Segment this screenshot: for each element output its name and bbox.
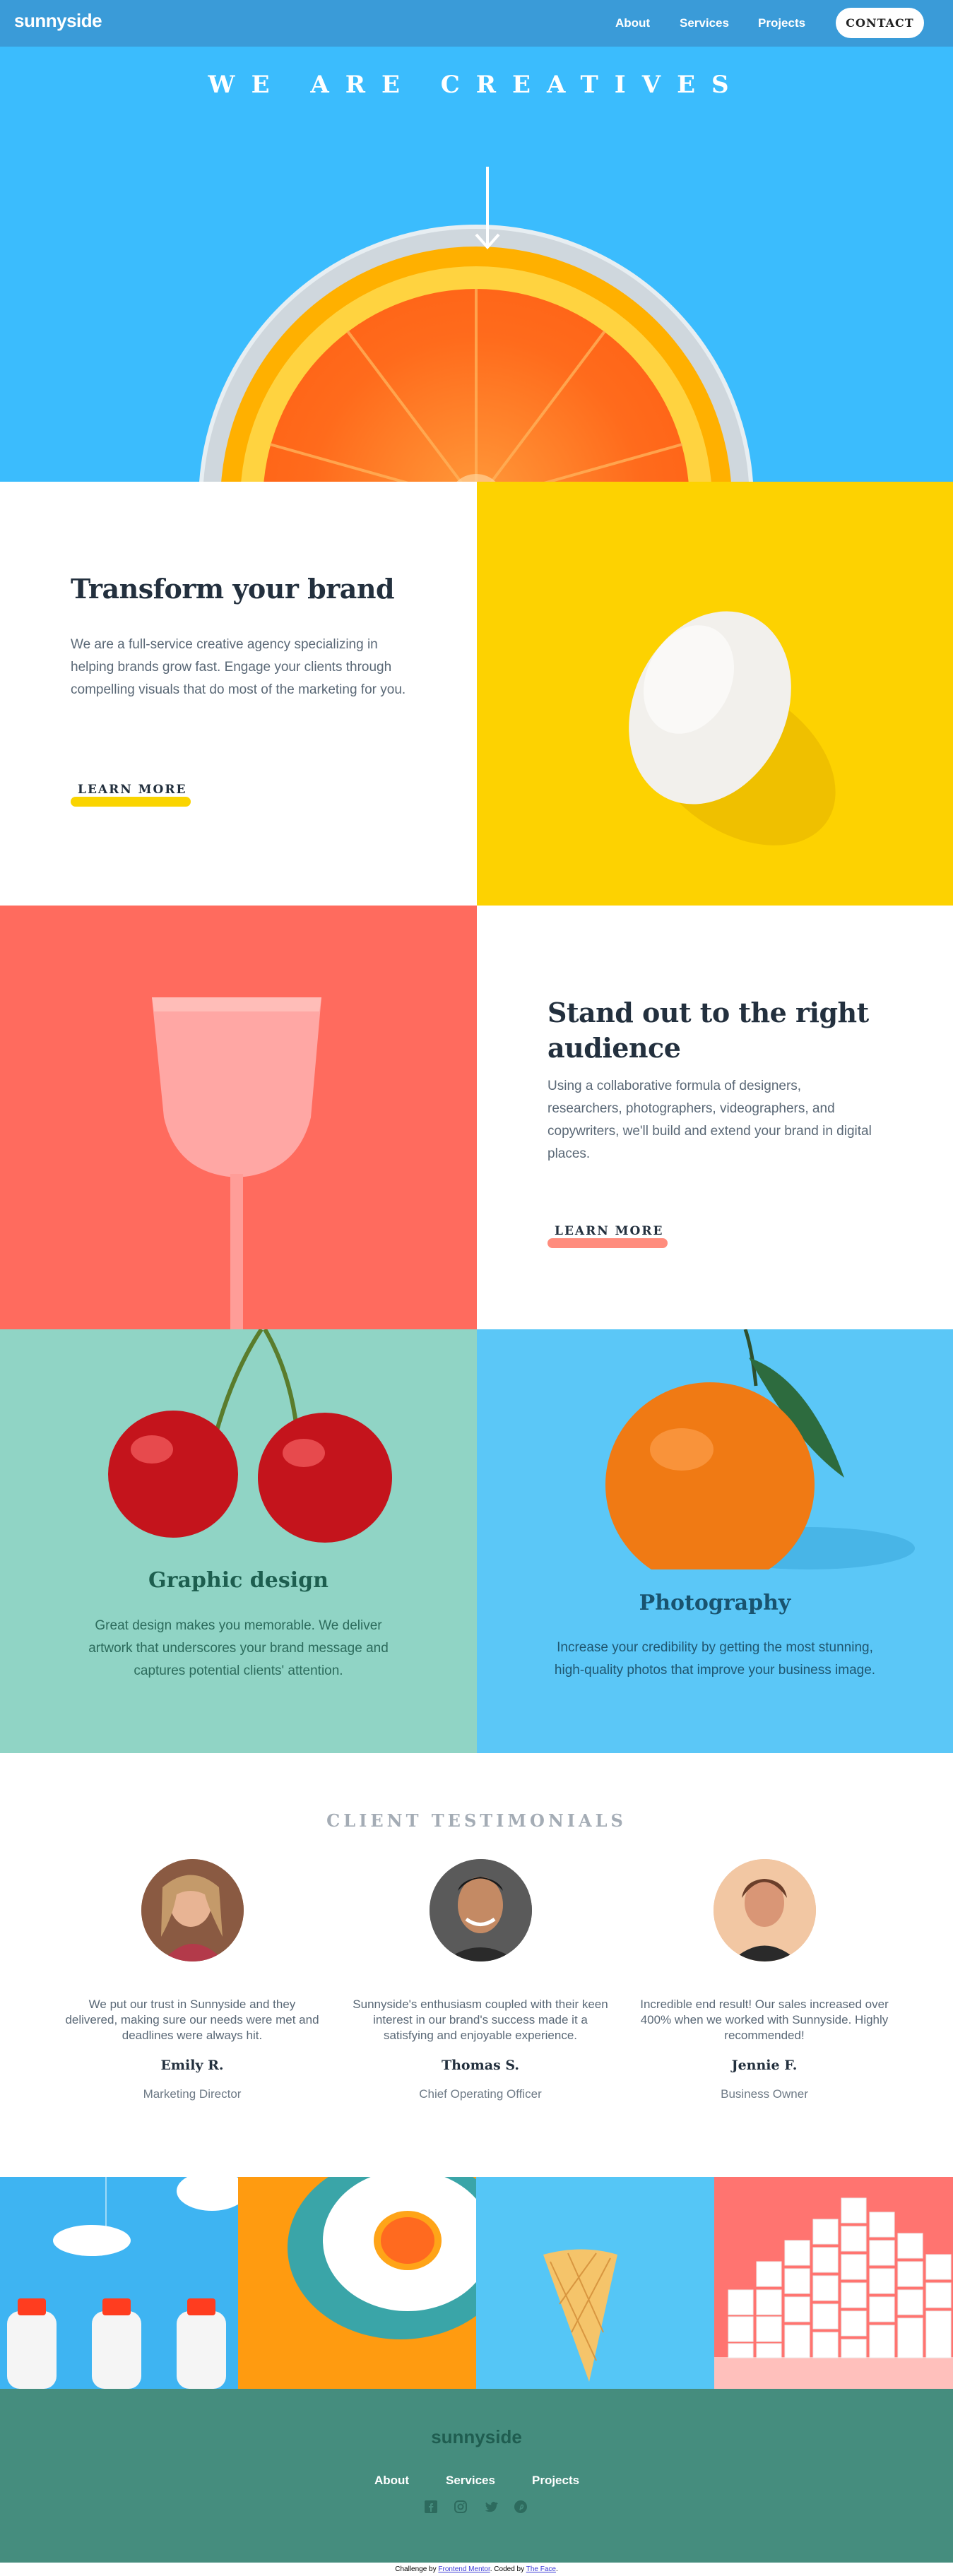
testimonial-quote: Sunnyside's enthusiasm coupled with thei…	[353, 1998, 608, 2042]
footer-logo[interactable]: sunnyside	[0, 2426, 953, 2448]
footer-link-services[interactable]: Services	[446, 2474, 495, 2488]
testimonial-quote: We put our trust in Sunnyside and they d…	[65, 1998, 319, 2042]
nav-link-services[interactable]: Services	[680, 16, 729, 30]
standout-section: Stand out to the right audience Using a …	[477, 906, 953, 1329]
photography-card: Photography Increase your credibility by…	[477, 1329, 953, 1753]
standout-title: Stand out to the right audience	[547, 997, 869, 1064]
transform-section: Transform your brand We are a full-servi…	[0, 482, 477, 906]
attribution-end: .	[555, 2565, 558, 2573]
top-nav: sunnyside About Services Projects CONTAC…	[0, 0, 953, 47]
attribution-prefix: Challenge by	[395, 2565, 437, 2573]
transform-title: Transform your brand	[71, 573, 395, 605]
standout-text: Using a collaborative formula of designe…	[547, 1079, 872, 1161]
testimonial-quote: Incredible end result! Our sales increas…	[640, 1998, 889, 2042]
transform-text: We are a full-service creative agency sp…	[71, 637, 406, 697]
learn-more-highlight	[71, 797, 191, 807]
testimonials-section: CLIENT TESTIMONIALS We put our trust in …	[0, 1753, 953, 2177]
photography-text: Increase your credibility by getting the…	[554, 1640, 876, 1678]
attribution-mid: . Coded by	[490, 2565, 525, 2573]
contact-button[interactable]: CONTACT	[836, 8, 924, 38]
twitter-icon[interactable]	[483, 2500, 499, 2515]
footer-link-projects[interactable]: Projects	[532, 2474, 579, 2488]
learn-more-highlight	[547, 1238, 668, 1248]
coder-link[interactable]: The Face	[526, 2565, 556, 2573]
gallery-sugar-cubes-image	[714, 2177, 953, 2389]
nav-link-about[interactable]: About	[615, 16, 650, 30]
testimonial-role: Chief Operating Officer	[419, 2087, 542, 2101]
testimonial-role: Marketing Director	[143, 2087, 242, 2101]
pinterest-icon[interactable]	[513, 2500, 528, 2515]
footer-link-about[interactable]: About	[374, 2474, 409, 2488]
testimonial-name: Emily R.	[160, 2058, 224, 2073]
avatar	[713, 1859, 816, 1961]
logo[interactable]: sunnyside	[14, 10, 102, 32]
testimonial-name: Jennie F.	[731, 2058, 798, 2073]
glass-image	[0, 906, 477, 1329]
graphic-design-card: Graphic design Great design makes you me…	[0, 1329, 477, 1753]
arrow-down-icon[interactable]	[475, 167, 500, 251]
facebook-icon[interactable]	[423, 2500, 439, 2515]
testimonials-heading: CLIENT TESTIMONIALS	[326, 1810, 627, 1831]
testimonial-card: Sunnyside's enthusiasm coupled with thei…	[343, 1859, 618, 2101]
hero-title: WE ARE CREATIVES	[208, 71, 745, 99]
gallery-orange-plate-image	[238, 2177, 476, 2389]
hero-orange-image	[263, 289, 689, 482]
standout-learn-more[interactable]: LEARN MORE	[547, 1224, 670, 1238]
instagram-icon[interactable]	[453, 2500, 468, 2515]
testimonial-card: We put our trust in Sunnyside and they d…	[54, 1859, 330, 2101]
testimonial-name: Thomas S.	[441, 2058, 519, 2073]
graphic-design-text: Great design makes you memorable. We del…	[88, 1618, 389, 1678]
testimonial-card: Incredible end result! Our sales increas…	[627, 1859, 902, 2101]
graphic-design-title: Graphic design	[148, 1568, 328, 1593]
transform-learn-more[interactable]: LEARN MORE	[71, 783, 194, 797]
testimonial-role: Business Owner	[721, 2087, 808, 2101]
avatar	[141, 1859, 244, 1961]
nav-link-projects[interactable]: Projects	[758, 16, 805, 30]
avatar	[429, 1859, 532, 1961]
egg-image	[477, 482, 953, 906]
footer: sunnyside About Services Projects	[0, 2389, 953, 2563]
frontend-mentor-link[interactable]: Frontend Mentor	[438, 2565, 490, 2573]
attribution: Challenge by Frontend Mentor. Coded by T…	[0, 2565, 953, 2573]
gallery-ice-cream-cone-image	[476, 2177, 714, 2389]
hero: WE ARE CREATIVES	[0, 47, 953, 482]
gallery-milk-bottles-image	[0, 2177, 238, 2389]
photography-title: Photography	[639, 1591, 791, 1615]
